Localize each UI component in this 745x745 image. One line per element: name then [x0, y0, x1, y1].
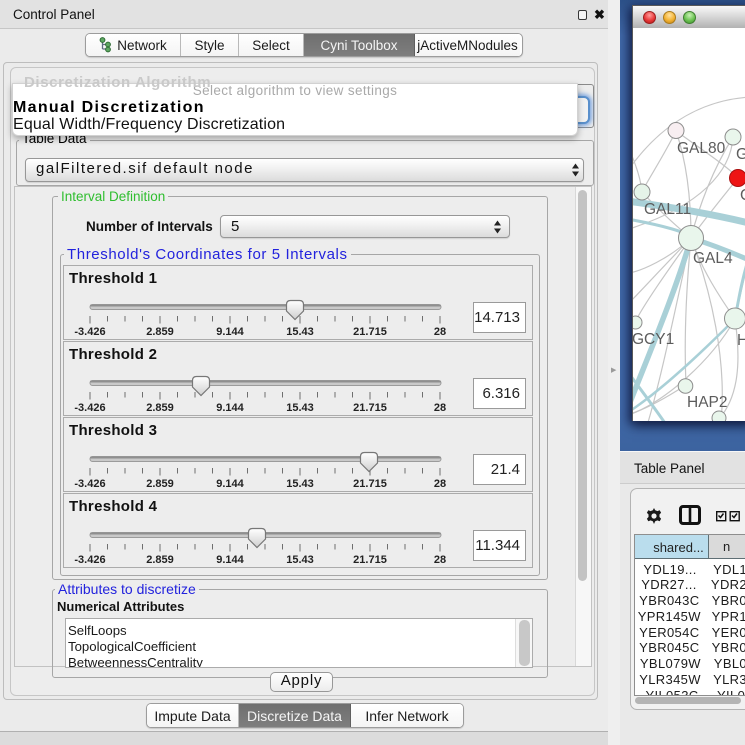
svg-text:GAL11: GAL11 — [644, 201, 691, 218]
svg-text:28: 28 — [434, 402, 446, 414]
svg-text:28: 28 — [434, 326, 446, 338]
svg-text:2.859: 2.859 — [146, 326, 174, 338]
svg-text:-3.426: -3.426 — [74, 554, 105, 566]
svg-text:15.43: 15.43 — [286, 326, 314, 338]
svg-text:2.859: 2.859 — [146, 478, 174, 490]
svg-text:21.715: 21.715 — [353, 478, 387, 490]
svg-text:GAL4: GAL4 — [693, 250, 733, 267]
svg-text:9.144: 9.144 — [216, 402, 244, 414]
svg-text:2.859: 2.859 — [146, 554, 174, 566]
svg-text:15.43: 15.43 — [286, 402, 314, 414]
svg-text:-3.426: -3.426 — [74, 478, 105, 490]
svg-text:15.43: 15.43 — [286, 478, 314, 490]
svg-text:H: H — [737, 332, 745, 349]
svg-text:21.715: 21.715 — [353, 326, 387, 338]
svg-text:28: 28 — [434, 478, 446, 490]
svg-text:28: 28 — [434, 554, 446, 566]
svg-text:GA: GA — [736, 146, 745, 163]
svg-text:9.144: 9.144 — [216, 554, 244, 566]
svg-text:GAL80: GAL80 — [677, 140, 726, 157]
svg-text:21.715: 21.715 — [353, 554, 387, 566]
svg-text:GCY1: GCY1 — [633, 331, 674, 348]
svg-text:9.144: 9.144 — [216, 478, 244, 490]
svg-text:2.859: 2.859 — [146, 402, 174, 414]
svg-text:HAP2: HAP2 — [687, 394, 728, 411]
svg-text:C: C — [740, 187, 745, 204]
svg-text:9.144: 9.144 — [216, 326, 244, 338]
svg-text:15.43: 15.43 — [286, 554, 314, 566]
svg-text:-3.426: -3.426 — [74, 402, 105, 414]
svg-text:-3.426: -3.426 — [74, 326, 105, 338]
svg-text:21.715: 21.715 — [353, 402, 387, 414]
